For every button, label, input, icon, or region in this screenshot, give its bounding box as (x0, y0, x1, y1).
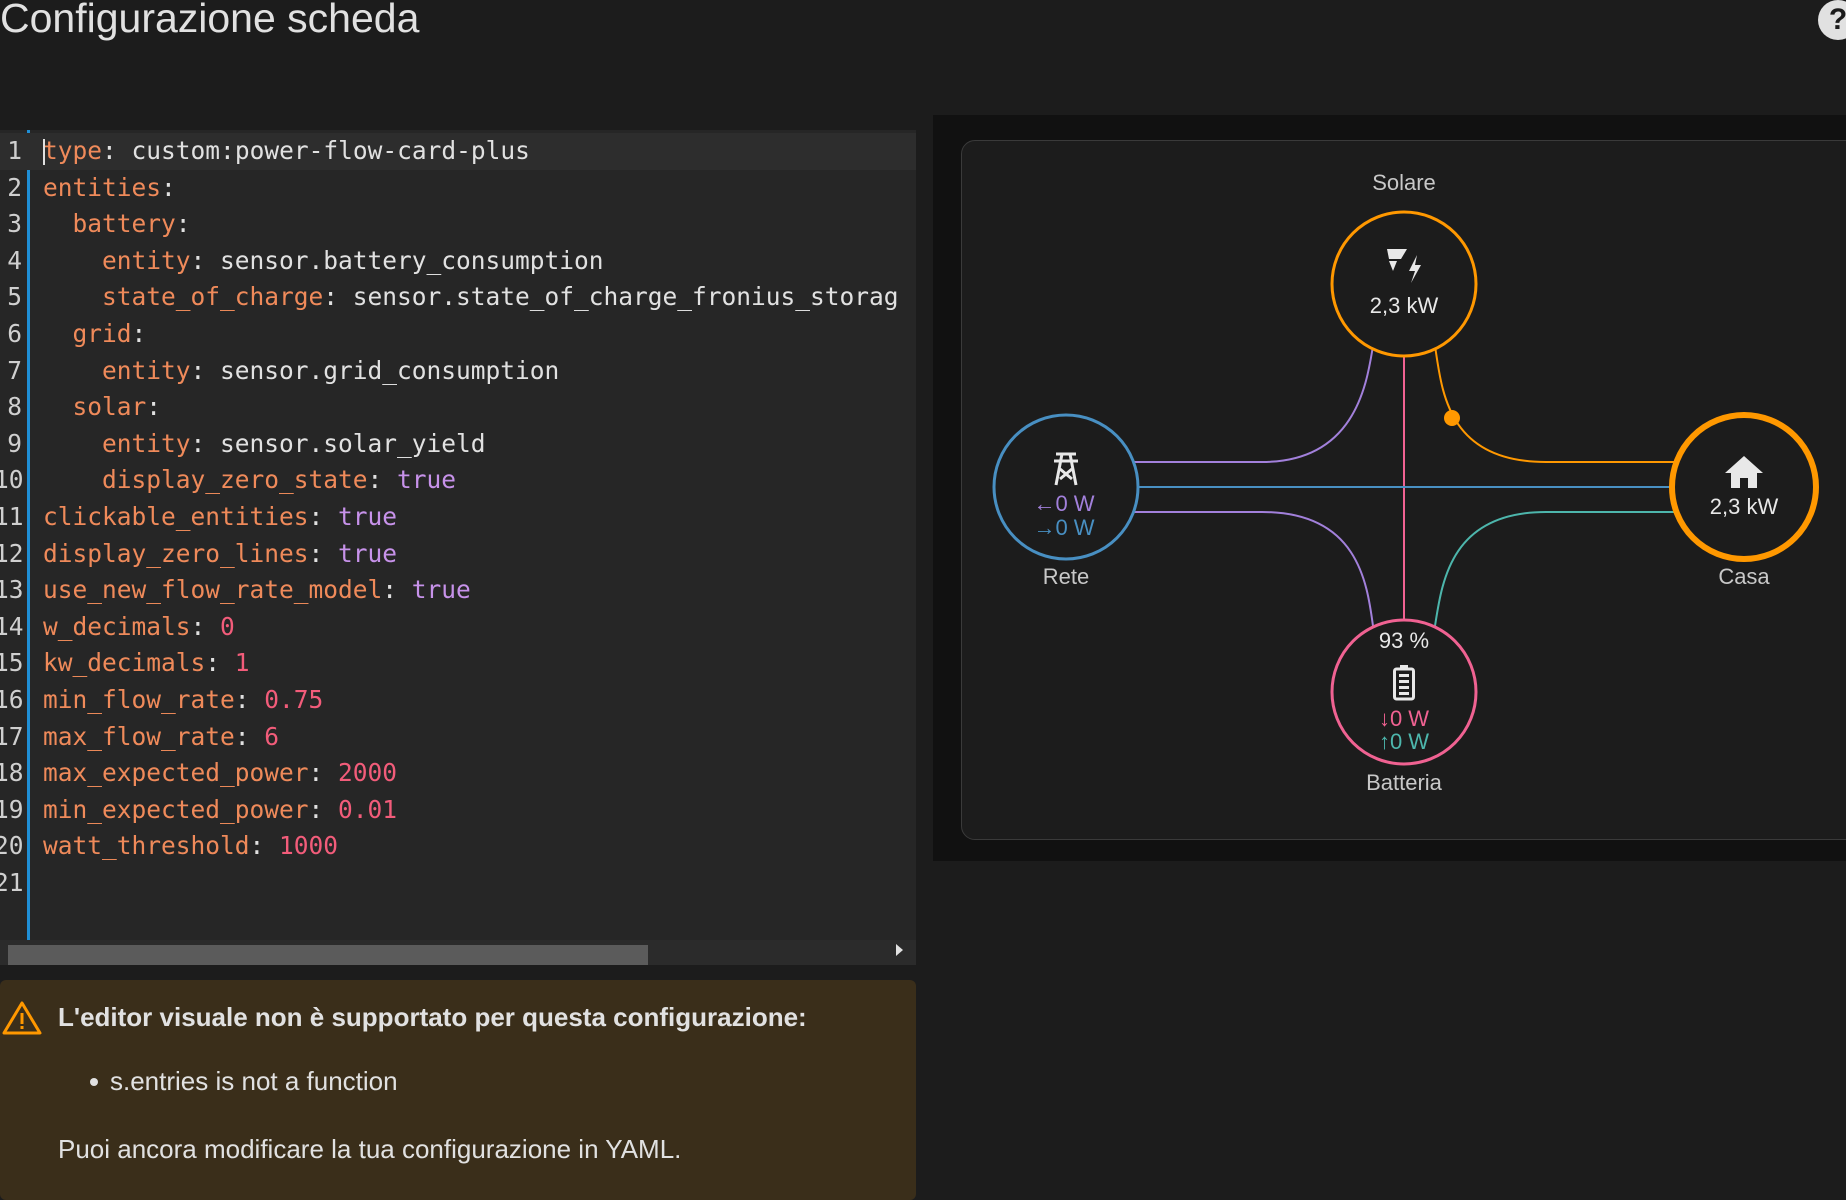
line-number: 6 (7, 319, 22, 348)
line-solar-grid (1134, 345, 1374, 463)
code-line[interactable]: 3 battery: (0, 206, 916, 243)
home-node-circle (1669, 412, 1819, 562)
scrollbar-thumb[interactable] (8, 945, 648, 965)
arrow-left-icon: ← (1033, 491, 1056, 516)
scroll-right-arrow-icon[interactable] (896, 944, 903, 956)
code-line[interactable]: 16 min_flow_rate: 0.75 (0, 682, 916, 719)
code-text: kw_decimals: 1 (43, 648, 250, 678)
line-number: 12 (0, 538, 24, 568)
code-line[interactable]: 1 type: custom:power-flow-card-plus (0, 133, 916, 170)
code-text: battery: (72, 209, 191, 239)
code-line[interactable]: 21 (0, 865, 916, 902)
line-number: 7 (7, 355, 22, 385)
dialog-header: Configurazione scheda ? (0, 0, 1846, 112)
code-text: max_flow_rate: 6 (43, 721, 280, 751)
horizontal-scrollbar[interactable] (0, 940, 916, 965)
line-number: 11 (0, 502, 24, 531)
arrow-right-icon: → (1033, 515, 1056, 540)
code-line[interactable]: 11 clickable_entities: true (0, 499, 916, 536)
line-number: 5 (7, 282, 22, 312)
line-number: 1 (7, 136, 22, 165)
code-text: entity: sensor.grid_consumption (102, 355, 560, 385)
text-cursor (43, 139, 45, 165)
line-number: 8 (7, 392, 22, 422)
card-preview: Solare 2,3 kW Rete ←0 W →0 W Casa 2,3 kW… (933, 115, 1846, 861)
code-line[interactable]: 4 entity: sensor.battery_consumption (0, 243, 916, 280)
line-number: 13 (0, 575, 24, 605)
code-text: solar: (72, 392, 162, 422)
code-line[interactable]: 13 use_new_flow_rate_model: true (0, 572, 916, 609)
code-line[interactable]: 15 kw_decimals: 1 (0, 645, 916, 682)
line-number: 20 (0, 831, 24, 861)
code-line[interactable]: 9 entity: sensor.solar_yield (0, 426, 916, 463)
solar-value[interactable]: 2,3 kW (1334, 293, 1474, 319)
page-title: Configurazione scheda (0, 0, 420, 41)
line-number: 3 (7, 209, 22, 239)
line-number: 10 (0, 465, 24, 495)
warning-title: L'editor visuale non è supportato per qu… (58, 1002, 807, 1032)
line-number: 15 (0, 648, 24, 678)
home-label: Casa (1718, 564, 1770, 589)
code-text: display_zero_state: true (102, 465, 457, 495)
warning-error-item: s.entries is not a function (90, 1066, 398, 1096)
code-text: min_flow_rate: 0.75 (43, 685, 324, 714)
warning-footer: Puoi ancora modificare la tua configuraz… (58, 1134, 682, 1164)
code-text: min_expected_power: 0.01 (43, 794, 398, 824)
solar-node-circle (1330, 210, 1478, 358)
line-number: 9 (7, 428, 22, 458)
code-text: clickable_entities: true (43, 502, 398, 531)
code-text: watt_threshold: 1000 (43, 831, 339, 861)
code-line[interactable]: 8 solar: (0, 389, 916, 426)
code-text: max_expected_power: 2000 (43, 758, 398, 788)
code-line[interactable]: 5 state_of_charge: sensor.state_of_charg… (0, 279, 916, 316)
line-battery-home (1434, 511, 1674, 627)
code-line[interactable]: 12 display_zero_lines: true (0, 536, 916, 573)
yaml-code-editor[interactable]: 1 type: custom:power-flow-card-plus 2 entit… (0, 130, 916, 965)
help-button[interactable]: ? (1818, 0, 1846, 40)
code-line[interactable]: 2 entities: (0, 170, 916, 207)
code-text: state_of_charge: sensor.state_of_charge_… (102, 282, 899, 312)
battery-out-value[interactable]: ↑0 W (1334, 729, 1474, 755)
line-number: 16 (0, 685, 24, 714)
code-text: entity: sensor.solar_yield (102, 428, 486, 458)
code-line[interactable]: 17 max_flow_rate: 6 (0, 719, 916, 756)
code-line[interactable]: 6 grid: (0, 316, 916, 353)
power-flow-card[interactable]: Solare 2,3 kW Rete ←0 W →0 W Casa 2,3 kW… (961, 140, 1846, 840)
arrow-down-icon: ↓ (1378, 706, 1390, 731)
home-value[interactable]: 2,3 kW (1674, 494, 1814, 520)
warning-alert: L'editor visuale non è supportato per qu… (0, 980, 916, 1200)
flow-dot (1444, 410, 1460, 426)
code-text: grid: (72, 319, 147, 348)
code-text: display_zero_lines: true (43, 538, 398, 568)
code-text: use_new_flow_rate_model: true (43, 575, 471, 605)
code-text: entity: sensor.battery_consumption (102, 245, 604, 275)
code-line[interactable]: 7 entity: sensor.grid_consumption (0, 353, 916, 390)
battery-soc[interactable]: 93 % (1334, 628, 1474, 654)
code-text: entities: (43, 172, 176, 202)
grid-import-value[interactable]: ←0 W (1004, 491, 1124, 517)
line-number: 14 (0, 611, 24, 641)
line-solar-home (1434, 345, 1674, 463)
line-grid-battery (1134, 511, 1374, 627)
line-number: 2 (7, 172, 22, 202)
line-number: 4 (7, 245, 22, 275)
code-line[interactable]: 14 w_decimals: 0 (0, 609, 916, 646)
grid-label: Rete (1042, 564, 1090, 589)
code-line[interactable]: 10 display_zero_state: true (0, 462, 916, 499)
line-number: 21 (0, 868, 24, 897)
battery-label: Batteria (1366, 770, 1442, 795)
line-number: 18 (0, 758, 24, 788)
line-number: 17 (0, 721, 24, 751)
code-text: w_decimals: 0 (43, 611, 235, 641)
code-line[interactable]: 18 max_expected_power: 2000 (0, 755, 916, 792)
code-line[interactable]: 19 min_expected_power: 0.01 (0, 792, 916, 829)
code-line[interactable]: 20 watt_threshold: 1000 (0, 828, 916, 865)
code-text: type: custom:power-flow-card-plus (43, 136, 530, 165)
arrow-up-icon: ↑ (1378, 729, 1390, 754)
warning-triangle-icon (2, 1001, 42, 1035)
solar-label: Solare (1372, 170, 1436, 195)
line-number: 19 (0, 794, 24, 824)
grid-export-value[interactable]: →0 W (1004, 515, 1124, 541)
